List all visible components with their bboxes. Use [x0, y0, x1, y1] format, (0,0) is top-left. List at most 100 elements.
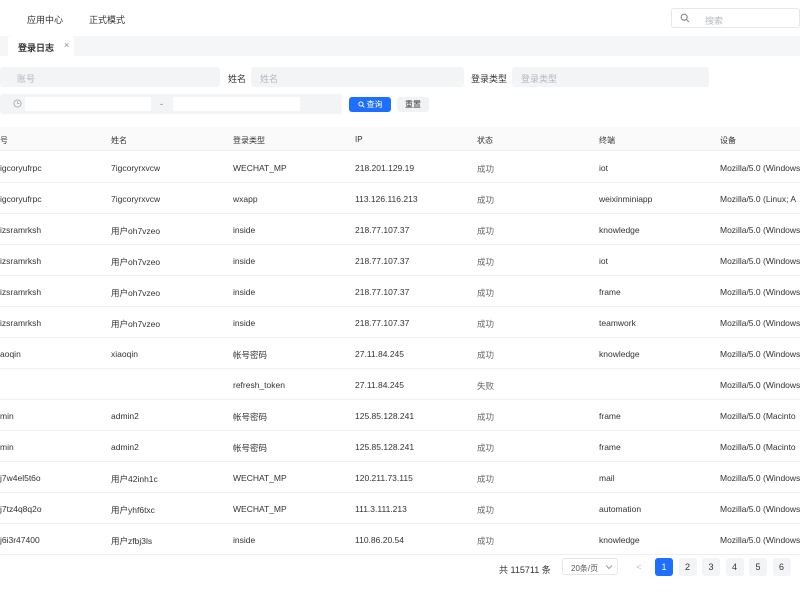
cell-account: izsramrksh [0, 225, 42, 235]
cell-terminal: knowledge [599, 349, 640, 359]
cell-account: igcoryufrpc [0, 194, 42, 204]
total-count: 共 115711 条 [499, 565, 551, 575]
cell-device: Mozilla/5.0 (Windows [720, 504, 800, 514]
cell-login-type: 帐号密码 [233, 443, 268, 453]
reset-button[interactable]: 重置 [397, 97, 429, 112]
account-placeholder: 账号 [17, 74, 36, 84]
query-button[interactable]: 查询 [349, 97, 391, 112]
prev-page-button[interactable]: < [630, 558, 648, 576]
cell-login-type: inside [233, 287, 256, 297]
cell-account: min [0, 411, 14, 421]
pagination: 共 115711 条 20条/页 < 123456 [0, 556, 800, 580]
end-date-input[interactable] [173, 97, 300, 111]
cell-name: xiaoqin [111, 349, 138, 359]
cell-terminal: knowledge [599, 535, 640, 545]
page-button-1[interactable]: 1 [655, 558, 673, 576]
cell-terminal: knowledge [599, 225, 640, 235]
menu-formal-mode[interactable]: 正式模式 [89, 13, 125, 26]
cell-device: Mozilla/5.0 (Macinto [720, 411, 796, 421]
cell-device: Mozilla/5.0 (Windows [720, 473, 800, 483]
table-row: j6i3r47400 用户zfbj3ls inside 110.86.20.54 成功 k… [0, 524, 800, 555]
cell-name: admin2 [111, 442, 139, 452]
cell-terminal: frame [599, 411, 621, 421]
cell-device: Mozilla/5.0 (Windows [720, 380, 800, 390]
page-button-5[interactable]: 5 [749, 558, 767, 576]
col-header-device: 设备 [720, 136, 736, 145]
page-button-4[interactable]: 4 [725, 558, 744, 576]
page-button-3[interactable]: 3 [702, 558, 720, 576]
table-row: aoqin xiaoqin 帐号密码 27.11.84.245 成功 knowledge M… [0, 338, 800, 369]
cell-login-type: inside [233, 535, 256, 545]
menu-app-center[interactable]: 应用中心 [27, 13, 63, 26]
cell-device: Mozilla/5.0 (Windows [720, 225, 800, 235]
cell-name: 用户oh7vzeo [111, 257, 161, 267]
table-row: j7w4el5t6o 用户42inh1c WECHAT_MP 120.211.73.1… [0, 462, 800, 493]
cell-terminal: iot [599, 256, 608, 266]
cell-status: 成功 [477, 226, 495, 236]
page-button-2[interactable]: 2 [678, 558, 697, 576]
cell-login-type: WECHAT_MP [233, 163, 287, 173]
table-row: izsramrksh 用户oh7vzeo inside 218.77.107.37 成功… [0, 276, 800, 307]
cell-ip: 113.126.116.213 [355, 194, 418, 204]
account-input[interactable]: 账号 [0, 67, 220, 87]
cell-ip: 110.86.20.54 [355, 535, 404, 545]
cell-ip: 218.77.107.37 [355, 225, 410, 235]
chevron-down-icon [605, 565, 613, 570]
cell-status: 成功 [477, 288, 495, 298]
date-range-picker[interactable]: - [0, 94, 342, 114]
cell-ip: 218.201.129.19 [355, 163, 415, 173]
cell-account: izsramrksh [0, 318, 42, 328]
cell-login-type: refresh_token [233, 380, 285, 390]
search-icon [357, 101, 365, 108]
cell-account: j7tz4q8q2o [0, 504, 42, 514]
query-button-label: 查询 [366, 100, 383, 109]
cell-status: 成功 [477, 412, 495, 422]
page-size-value: 20条/页 [571, 564, 599, 573]
cell-terminal: weixinminiapp [599, 194, 653, 204]
cell-login-type: 帐号密码 [233, 350, 268, 360]
cell-status: 成功 [477, 536, 495, 546]
tab-login-log[interactable]: 登录日志 × [8, 36, 74, 56]
col-header-login-type: 登录类型 [233, 136, 265, 145]
name-label: 姓名 [228, 74, 247, 84]
col-header-account: 号 [0, 136, 8, 145]
cell-terminal: frame [599, 287, 621, 297]
cell-status: 成功 [477, 350, 495, 360]
cell-status: 成功 [477, 505, 495, 515]
cell-status: 失败 [477, 381, 495, 391]
cell-ip: 218.77.107.37 [355, 256, 410, 266]
cell-account: igcoryufrpc [0, 163, 42, 173]
name-input[interactable]: 姓名 [251, 67, 464, 87]
cell-status: 成功 [477, 474, 495, 484]
cell-ip: 125.85.128.241 [355, 442, 415, 452]
cell-ip: 120.211.73.115 [355, 473, 413, 483]
start-date-input[interactable] [25, 97, 151, 111]
page-tabs: 登录日志 × [0, 36, 800, 56]
cell-status: 成功 [477, 319, 495, 329]
global-search-input[interactable]: 搜索 [671, 8, 800, 28]
cell-status: 成功 [477, 443, 495, 453]
cell-name: 用户zfbj3ls [111, 536, 153, 546]
table-row: j7tz4q8q2o 用户yhf6txc WECHAT_MP 111.3.111.21… [0, 493, 800, 524]
login-type-select[interactable]: 登录类型 [512, 67, 709, 87]
cell-login-type: inside [233, 225, 256, 235]
table-row: izsramrksh 用户oh7vzeo inside 218.77.107.37 成功… [0, 307, 800, 338]
table-row: min admin2 帐号密码 125.85.128.241 成功 frame Mozill… [0, 400, 800, 431]
cell-status: 成功 [477, 164, 495, 174]
table-row: izsramrksh 用户oh7vzeo inside 218.77.107.37 成功… [0, 245, 800, 276]
cell-name: 7igcoryrxvcw [111, 163, 161, 173]
cell-device: Mozilla/5.0 (Macinto [720, 442, 796, 452]
cell-device: Mozilla/5.0 (Windows [720, 256, 800, 266]
page-button-6[interactable]: 6 [772, 558, 791, 576]
cell-account: min [0, 442, 14, 452]
cell-login-type: WECHAT_MP [233, 473, 287, 483]
cell-account: izsramrksh [0, 256, 42, 266]
cell-name: admin2 [111, 411, 139, 421]
cell-ip: 218.77.107.37 [355, 318, 410, 328]
tab-label: 登录日志 [18, 43, 55, 53]
page-size-select[interactable]: 20条/页 [562, 558, 618, 575]
search-icon [680, 13, 690, 23]
clock-icon [13, 99, 22, 108]
close-icon[interactable]: × [64, 40, 69, 50]
table-row: min admin2 帐号密码 125.85.128.241 成功 frame Mozill… [0, 431, 800, 462]
